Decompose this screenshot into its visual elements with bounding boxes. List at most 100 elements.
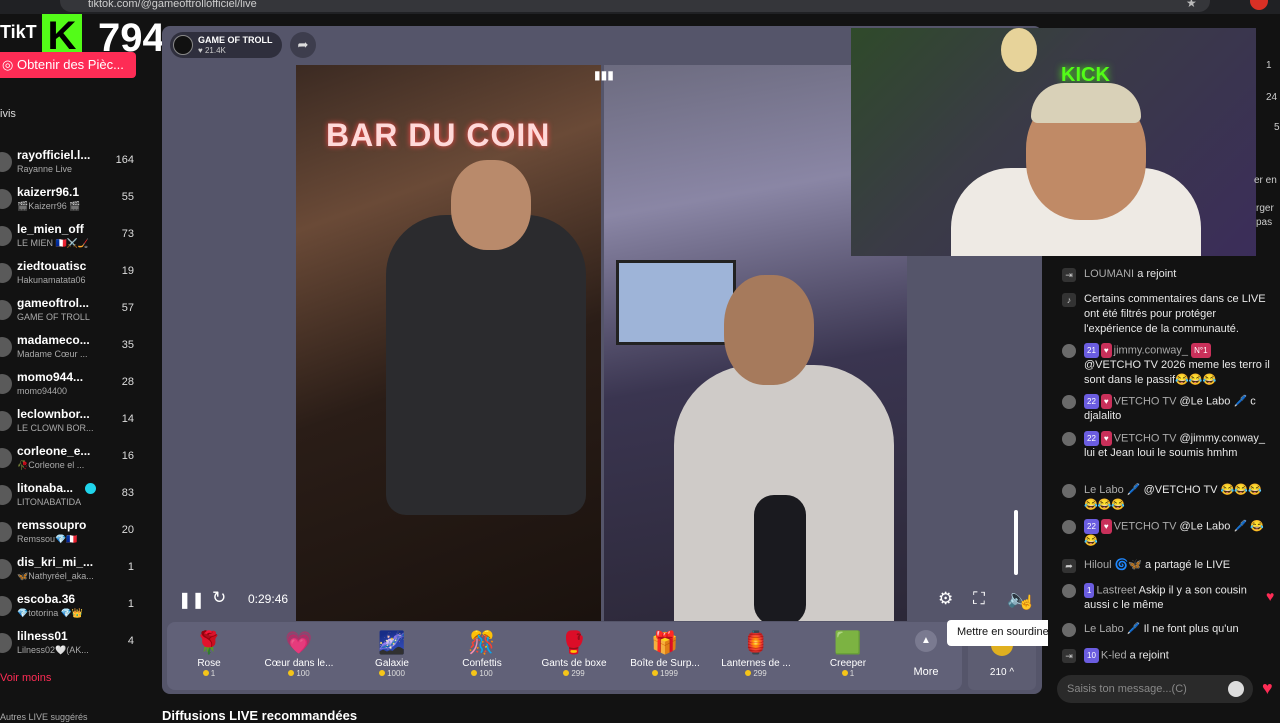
microphone	[754, 495, 806, 621]
sidebar-item-1[interactable]: kaizerr96.1 🎬Kaizerr96 🎬 55	[0, 185, 150, 221]
chat-username: VETCHO TV	[1113, 432, 1177, 445]
gift-item[interactable]: 🎁 Boîte de Surp... 1999	[621, 624, 709, 678]
chat-message: Hiloul 🌀🦋 a partagé le LIVE	[1084, 558, 1272, 573]
viewer-count: 55	[121, 191, 134, 203]
gift-item[interactable]: 🎊 Confettis 100	[438, 624, 526, 678]
chat-message: LOUMANI a rejoint	[1084, 267, 1272, 282]
settings-gear-icon[interactable]: ⚙	[938, 589, 953, 609]
sidebar-item-12[interactable]: escoba.36 💎totorina 💎👑 1	[0, 592, 150, 628]
gift-item[interactable]: 🟩 Creeper 1	[804, 624, 892, 678]
avatar	[0, 596, 12, 616]
edge-text: rger	[1256, 203, 1274, 214]
sidebar-item-subtitle: GAME OF TROLL	[17, 312, 90, 322]
sidebar-item-8[interactable]: corleone_e... 🥀Corleone el ... 16	[0, 444, 150, 480]
avatar	[0, 300, 12, 320]
sidebar-item-name: le_mien_off	[17, 222, 84, 236]
share-icon[interactable]: ➦	[290, 32, 316, 58]
sidebar-item-3[interactable]: ziedtouatisc Hakunamatata06 19	[0, 259, 150, 295]
skull-logo-icon	[1001, 28, 1037, 72]
streamer-hair	[1031, 83, 1141, 123]
gift-icon: 💗	[285, 630, 313, 655]
sidebar-item-4[interactable]: gameoftrol... GAME OF TROLL 57	[0, 296, 150, 332]
sidebar-item-5[interactable]: madameco... Madame Cœur ... 35	[0, 333, 150, 369]
gift-item[interactable]: 🥊 Gants de boxe 299	[530, 624, 618, 678]
host-info-pill[interactable]: GAME OF TROLL ♥ 21.4K	[170, 32, 282, 58]
sidebar-item-name: litonaba...	[17, 481, 74, 495]
pause-icon[interactable]: ❚❚	[178, 590, 205, 610]
sidebar-item-subtitle: 💎totorina 💎👑	[17, 608, 84, 618]
gift-icon: 🌌	[378, 630, 406, 655]
sidebar-item-name: dis_kri_mi_...	[17, 555, 94, 569]
tiktok-icon: ♪	[1062, 293, 1076, 307]
gift-price-value: 299	[753, 669, 767, 678]
chat-input[interactable]: Saisis ton message...(C)	[1057, 675, 1253, 703]
chat-username: VETCHO TV	[1113, 520, 1177, 533]
gift-item[interactable]: 🏮 Lanternes de ... 299	[712, 624, 800, 678]
sidebar-item-subtitle: Hakunamatata06	[17, 275, 86, 285]
sidebar-item-name: remssoupro	[17, 518, 87, 532]
gift-icon: 🌹	[195, 630, 223, 655]
edge-number: 1	[1266, 60, 1272, 71]
gift-item[interactable]: 🌌 Galaxie 1000	[348, 624, 436, 678]
monitor-screen	[616, 260, 736, 345]
chat-avatar	[1062, 520, 1076, 534]
sidebar-item-0[interactable]: rayofficiel.l... Rayanne Live 164	[0, 148, 150, 184]
chat-message: Le Labo 🖊️ @VETCHO TV 😂😂😂😂😂😂	[1084, 483, 1272, 513]
chat-username: Lastreet	[1096, 584, 1137, 597]
edge-text: pas	[1256, 217, 1273, 228]
sidebar-item-name: lilness01	[17, 629, 68, 643]
more-label: More	[913, 666, 939, 678]
sidebar-item-13[interactable]: lilness01 Lilness02🤍(AK... 4	[0, 629, 150, 665]
chat-username: VETCHO TV	[1113, 395, 1177, 408]
sidebar-item-11[interactable]: dis_kri_mi_... 🦋Nathyréel_aka... 1	[0, 555, 150, 591]
sidebar-item-subtitle: Rayanne Live	[17, 164, 73, 174]
see-less-link[interactable]: Voir moins	[0, 672, 51, 684]
sidebar-item-name: momo944...	[17, 370, 84, 384]
coin-icon	[841, 670, 848, 676]
sidebar-item-7[interactable]: leclownbor... LE CLOWN BOR... 14	[0, 407, 150, 443]
avatar	[0, 522, 12, 542]
sidebar-item-name: ziedtouatisc	[17, 259, 87, 273]
refresh-icon[interactable]: ↻	[212, 588, 226, 608]
avatar	[0, 152, 12, 172]
chat-message: 22 ♥ VETCHO TV @Le Labo 🖊️ c djalalito	[1084, 394, 1272, 424]
emoji-icon[interactable]	[1228, 681, 1244, 697]
sidebar-item-2[interactable]: le_mien_off LE MIEN 🇫🇷⚔️🏒 73	[0, 222, 150, 258]
more-gifts-button[interactable]: ▲ More	[904, 630, 948, 678]
profile-avatar[interactable]	[1250, 0, 1268, 10]
gift-name: Gants de boxe	[541, 658, 607, 669]
viewer-count: 28	[121, 376, 134, 388]
address-bar[interactable]: tiktok.com/@gameoftrollofficiel/live	[60, 0, 1210, 12]
gift-name: Creeper	[829, 658, 867, 669]
sidebar-item-subtitle: Lilness02🤍(AK...	[17, 645, 89, 655]
audio-bars-icon: ▮▮▮	[594, 68, 614, 82]
gift-price: 299	[712, 669, 800, 678]
like-heart-icon[interactable]: ♥	[1262, 678, 1273, 699]
sidebar-item-6[interactable]: momo944... momo94400 28	[0, 370, 150, 406]
chat-username: LOUMANI	[1084, 268, 1135, 280]
gift-price-value: 1000	[387, 669, 405, 678]
chat-avatar	[1062, 344, 1076, 358]
chat-username: Le Labo 🖊️	[1084, 623, 1141, 635]
fullscreen-icon[interactable]: ⛶	[973, 589, 985, 609]
mouse-cursor-icon: ☝	[1018, 594, 1036, 610]
get-coins-button[interactable]: ◎ Obtenir des Pièc...	[0, 52, 136, 78]
sidebar-item-9[interactable]: litonaba... LITONABATIDA 83	[0, 481, 150, 517]
gift-item[interactable]: 🌹 Rose 1	[165, 624, 253, 678]
level-badge: 21	[1084, 343, 1099, 358]
coin-icon	[202, 670, 209, 676]
viewer-count: 4	[127, 635, 134, 647]
share-icon: ➦	[1062, 559, 1076, 573]
tiktok-logo[interactable]: TikT	[0, 22, 37, 43]
viewer-count: 35	[121, 339, 134, 351]
bookmark-star-icon[interactable]: ★	[1186, 0, 1197, 10]
sidebar-item-10[interactable]: remssoupro Remssou💎🇫🇷 20	[0, 518, 150, 554]
sidebar-item-name: leclownbor...	[17, 407, 90, 421]
avatar	[0, 559, 12, 579]
chat-message: 21 ♥ jimmy.conway_ N°1 @VETCHO TV 2026 mem…	[1084, 343, 1272, 388]
gift-item[interactable]: 💗 Cœur dans le... 100	[255, 624, 343, 678]
volume-slider[interactable]	[1014, 510, 1018, 575]
gift-price: 100	[255, 669, 343, 678]
avatar	[0, 337, 12, 357]
edge-text: er en	[1254, 175, 1277, 186]
